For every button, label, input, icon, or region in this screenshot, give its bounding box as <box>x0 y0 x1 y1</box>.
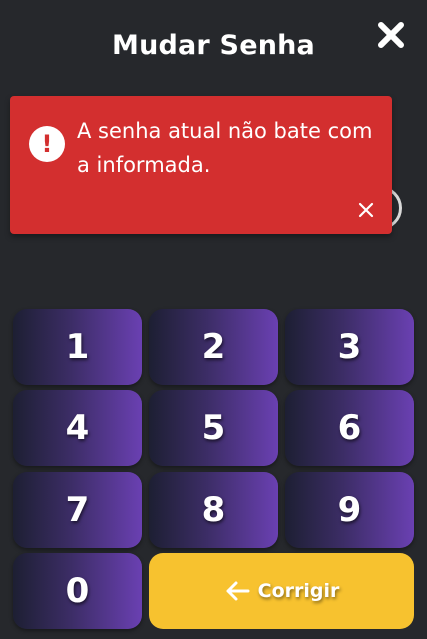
close-icon <box>378 22 404 48</box>
key-4[interactable]: 4 <box>13 390 142 466</box>
close-icon <box>358 202 374 218</box>
key-5[interactable]: 5 <box>149 390 278 466</box>
error-toast: ! A senha atual não bate com a informada… <box>10 96 392 234</box>
correct-button[interactable]: Corrigir <box>149 553 414 629</box>
key-1[interactable]: 1 <box>13 309 142 385</box>
close-button[interactable] <box>376 20 406 50</box>
page-title: Mudar Senha <box>112 30 315 61</box>
key-3[interactable]: 3 <box>285 309 414 385</box>
key-8[interactable]: 8 <box>149 472 278 548</box>
error-icon: ! <box>29 126 65 162</box>
toast-message: A senha atual não bate com a informada. <box>77 119 373 177</box>
correct-button-label: Corrigir <box>257 580 340 602</box>
toast-close-button[interactable] <box>354 198 378 222</box>
key-7[interactable]: 7 <box>13 472 142 548</box>
arrow-left-icon <box>224 580 250 602</box>
key-2[interactable]: 2 <box>149 309 278 385</box>
key-6[interactable]: 6 <box>285 390 414 466</box>
key-9[interactable]: 9 <box>285 472 414 548</box>
key-0[interactable]: 0 <box>13 553 142 629</box>
